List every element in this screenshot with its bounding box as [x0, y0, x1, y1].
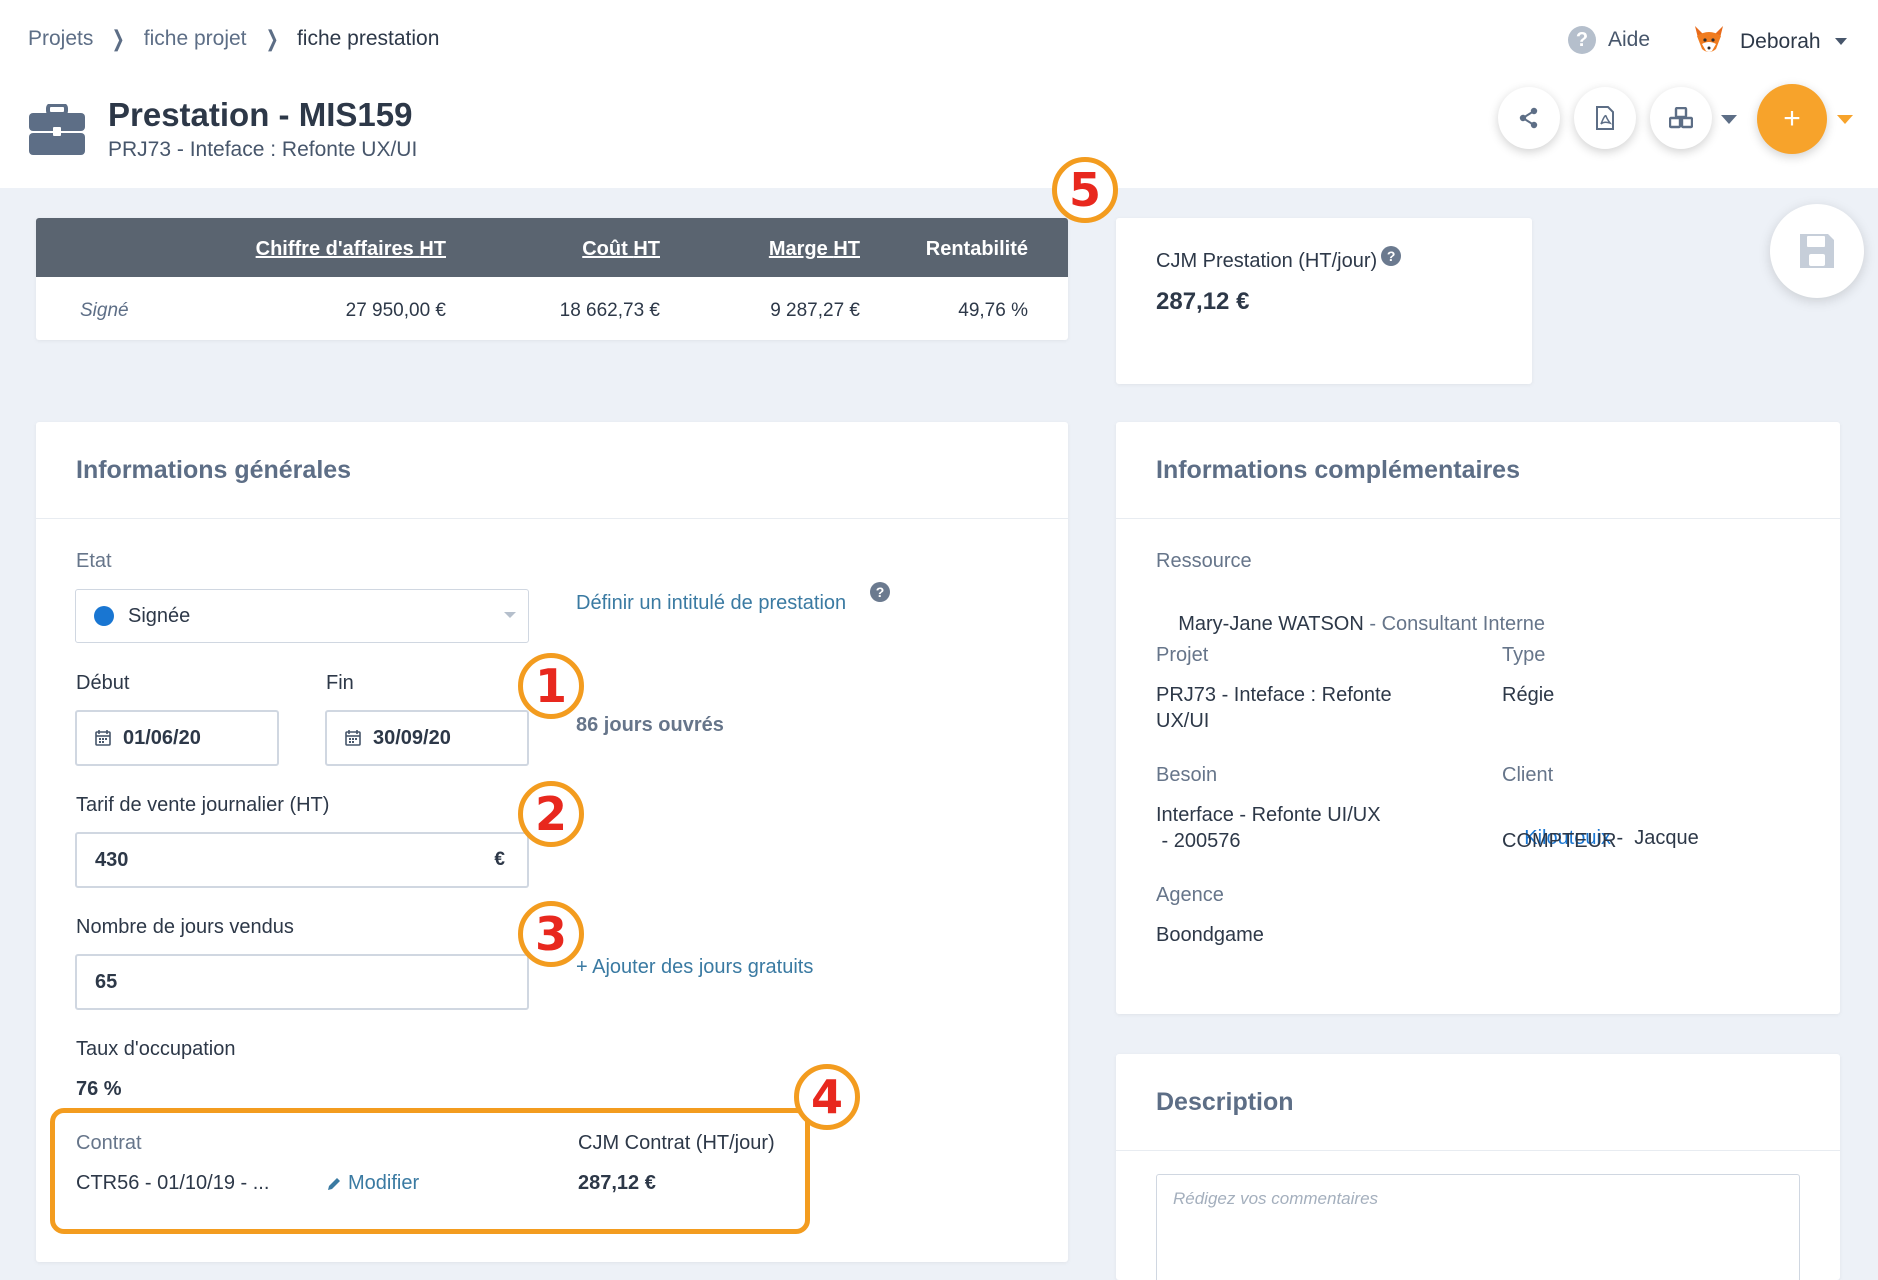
section-title: Description: [1156, 1088, 1294, 1116]
section-title: Informations complémentaires: [1156, 456, 1520, 484]
fin-date-input[interactable]: 30/09/20: [325, 710, 529, 766]
avatar: [1692, 22, 1726, 61]
besoin-value-line2: - 200576: [1156, 830, 1241, 852]
value-rentabilite: 49,76 %: [958, 300, 1028, 321]
breadcrumb-fiche-projet[interactable]: fiche projet: [144, 27, 247, 51]
jours-vendus-label: Nombre de jours vendus: [76, 916, 294, 938]
debut-value: 01/06/20: [123, 726, 201, 749]
step-badge-5: 5: [1052, 157, 1118, 223]
help-icon: ?: [1568, 26, 1596, 54]
cubes-icon: [1669, 107, 1693, 129]
page-title: Prestation - MIS159: [108, 96, 413, 133]
jours-vendus-value: 65: [95, 970, 118, 993]
caret-down-icon: [1834, 38, 1847, 45]
tarif-label: Tarif de vente journalier (HT): [76, 794, 330, 816]
floppy-disk-icon: [1800, 234, 1834, 268]
type-label: Type: [1502, 644, 1546, 666]
value-ca: 27 950,00 €: [345, 300, 446, 321]
header-ca: Chiffre d'affaires HT: [255, 238, 446, 260]
step-badge-4: 4: [794, 1064, 860, 1130]
value-marge: 9 287,27 €: [770, 300, 860, 321]
tarif-value: 430: [95, 848, 129, 871]
ressource-value: Mary-Jane WATSON - Consultant Interne: [1178, 613, 1546, 635]
page-subtitle: PRJ73 - Inteface : Refonte UX/UI: [108, 138, 418, 161]
status-dot: [94, 606, 114, 626]
breadcrumb: Projets ❯ fiche projet ❯ fiche prestatio…: [28, 26, 439, 52]
taux-label: Taux d'occupation: [76, 1038, 236, 1060]
tools-button[interactable]: [1650, 87, 1712, 149]
header-rentabilite: Rentabilité: [925, 238, 1028, 260]
save-button[interactable]: [1770, 204, 1864, 298]
jours-ouvres: 86 jours ouvrés: [576, 714, 724, 736]
fin-label: Fin: [326, 672, 354, 694]
debut-label: Début: [76, 672, 130, 694]
add-caret-icon[interactable]: [1837, 115, 1853, 124]
section-title: Informations générales: [76, 456, 352, 484]
plus-icon: +: [1783, 102, 1801, 135]
step-badge-1: 1: [518, 653, 584, 719]
besoin-value-line1: Interface - Refonte UI/UX: [1156, 804, 1381, 826]
share-icon: [1519, 107, 1538, 129]
chevron-right-icon: ❯: [112, 26, 126, 51]
projet-label: Projet: [1156, 644, 1209, 666]
user-name: Deborah: [1740, 29, 1821, 53]
divider: [36, 518, 1068, 519]
chevron-right-icon: ❯: [265, 26, 279, 51]
pdf-icon: [1596, 106, 1614, 130]
share-button[interactable]: [1498, 87, 1560, 149]
type-value: Régie: [1502, 684, 1555, 706]
header-cout: Coût HT: [582, 238, 660, 260]
besoin-label: Besoin: [1156, 764, 1218, 786]
agence-label: Agence: [1156, 884, 1224, 906]
client-label: Client: [1502, 764, 1554, 786]
header-marge: Marge HT: [768, 238, 860, 260]
define-title-link[interactable]: Définir un intitulé de prestation: [576, 592, 846, 615]
calendar-icon: [345, 730, 361, 746]
calendar-icon: [95, 730, 111, 746]
tarif-input[interactable]: 430 €: [75, 832, 529, 888]
tools-caret-icon[interactable]: [1721, 115, 1737, 124]
jours-vendus-input[interactable]: 65: [75, 954, 529, 1010]
help-icon[interactable]: ?: [1381, 246, 1402, 266]
step-badge-3: 3: [518, 901, 584, 967]
breadcrumb-fiche-prestation: fiche prestation: [296, 27, 440, 50]
ressource-label: Ressource: [1156, 550, 1252, 572]
description-card: Description Rédigez vos commentaires: [1116, 1054, 1840, 1280]
step-badge-2: 2: [518, 781, 584, 847]
add-free-days-link[interactable]: + Ajouter des jours gratuits: [576, 956, 813, 979]
cjm-prestation-value: 287,12 €: [1156, 288, 1250, 315]
help-label: Aide: [1608, 28, 1651, 51]
description-placeholder: Rédigez vos commentaires: [1173, 1189, 1379, 1208]
add-button[interactable]: +: [1757, 84, 1827, 154]
contract-highlight-box: [50, 1108, 810, 1234]
etat-label: Etat: [76, 550, 112, 572]
etat-value: Signée: [128, 604, 191, 627]
value-cout: 18 662,73 €: [559, 300, 660, 321]
help-link[interactable]: ? Aide: [1568, 26, 1650, 54]
agence-value: Boondgame: [1156, 924, 1264, 946]
divider: [1116, 1150, 1840, 1151]
user-menu[interactable]: Deborah: [1692, 22, 1847, 61]
chevron-down-icon: [504, 612, 516, 618]
taux-value: 76 %: [76, 1078, 122, 1100]
projet-value-line1: PRJ73 - Inteface : Refonte: [1156, 684, 1392, 706]
divider: [1116, 518, 1840, 519]
description-textarea[interactable]: Rédigez vos commentaires: [1156, 1174, 1800, 1280]
cjm-prestation-label: CJM Prestation (HT/jour) ?: [1156, 246, 1402, 273]
table-header: [36, 218, 1068, 277]
row-label: Signé: [80, 300, 129, 321]
breadcrumb-projets[interactable]: Projets: [28, 27, 93, 51]
complementary-info-card: Informations complémentaires Ressource M…: [1116, 422, 1840, 1014]
projet-value-line2: UX/UI: [1156, 710, 1210, 732]
pdf-button[interactable]: [1574, 87, 1636, 149]
fin-value: 30/09/20: [373, 726, 451, 749]
help-icon[interactable]: ?: [870, 582, 890, 602]
euro-icon: €: [494, 849, 505, 870]
briefcase-icon: [28, 103, 86, 161]
financial-summary-table: Chiffre d'affaires HT Coût HT Marge HT R…: [36, 218, 1068, 340]
etat-select[interactable]: Signée: [75, 589, 529, 643]
debut-date-input[interactable]: 01/06/20: [75, 710, 279, 766]
cjm-prestation-card: CJM Prestation (HT/jour) ? 287,12 €: [1116, 218, 1532, 384]
client-value-line2: COMPTEUR: [1502, 830, 1617, 852]
